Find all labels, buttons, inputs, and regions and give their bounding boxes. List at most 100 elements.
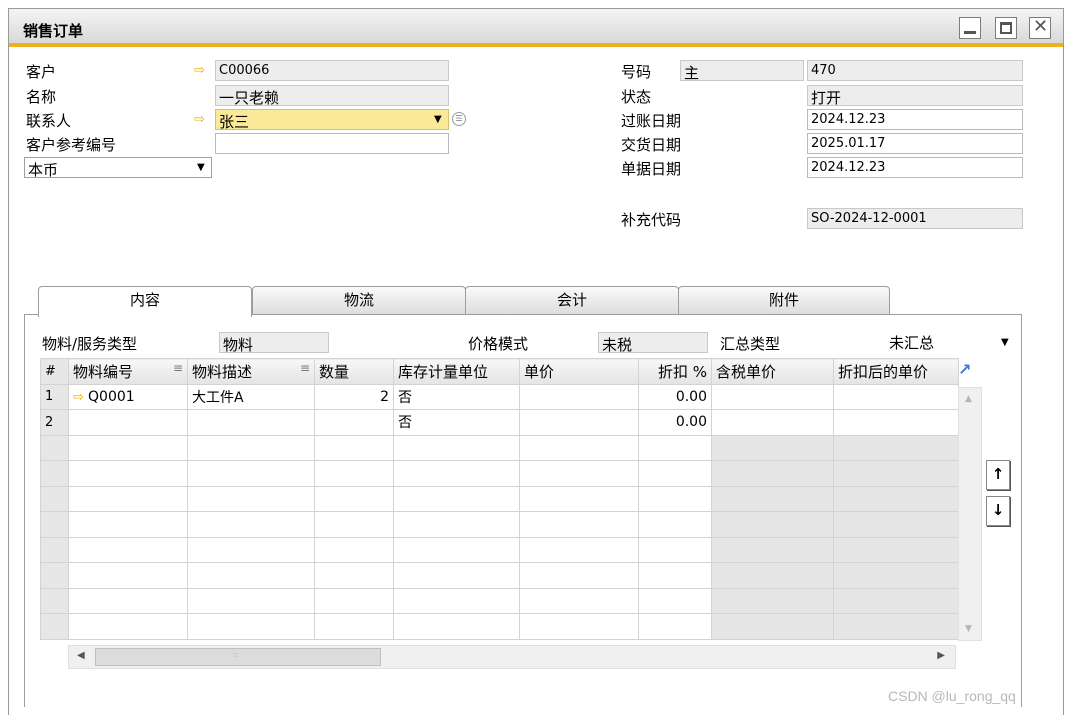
col-header-price-after-discount[interactable]: 折扣后的单价 [833, 358, 959, 385]
scroll-down-icon[interactable]: ▼ [965, 624, 972, 634]
discount-cell[interactable]: 0.00 [638, 409, 712, 436]
doc-date-input[interactable]: 2024.12.23 [807, 157, 1023, 178]
line-items-table: # 物料编号 ≡ 物料描述 ≡ 数量 库存计量单位 单价 折扣 % 含税单价 折扣后… [40, 358, 959, 640]
col-header-gross-price[interactable]: 含税单价 [711, 358, 834, 385]
customer-label: 客户 [26, 63, 57, 81]
extra-code-field[interactable]: SO-2024-12-0001 [807, 208, 1023, 229]
arrow-down-icon: ↓ [991, 501, 1005, 519]
tab-attachments[interactable]: 附件 [678, 286, 890, 314]
name-label: 名称 [26, 88, 57, 106]
col-header-uom[interactable]: 库存计量单位 [393, 358, 520, 385]
row-index: 2 [40, 409, 69, 436]
minimize-button[interactable] [959, 17, 981, 39]
unit-price-cell[interactable] [519, 383, 639, 410]
col-header-index: # [40, 358, 69, 385]
table-row [40, 485, 959, 512]
link-arrow-icon[interactable]: ⇨ [73, 390, 88, 405]
table-row[interactable]: 2 否 0.00 [40, 409, 959, 436]
col-header-unit-price[interactable]: 单价 [519, 358, 639, 385]
chevron-down-icon[interactable]: ▼ [434, 114, 442, 125]
chevron-down-icon[interactable]: ▼ [197, 162, 205, 173]
price-mode-label: 价格模式 [468, 335, 529, 353]
delivery-date-input[interactable]: 2025.01.17 [807, 133, 1023, 154]
item-no-cell[interactable]: ⇨ Q0001 [68, 383, 188, 410]
tab-accounting[interactable]: 会计 [465, 286, 679, 314]
price-after-discount-cell[interactable] [833, 409, 959, 436]
currency-select[interactable]: 本币 [24, 157, 212, 178]
vertical-scrollbar[interactable]: ▲ ▼ [958, 387, 982, 641]
list-icon[interactable]: ≡ [300, 361, 310, 375]
table-row [40, 613, 959, 640]
posting-date-input[interactable]: 2024.12.23 [807, 109, 1023, 130]
table-row[interactable]: 1 ⇨ Q0001 大工件A 2 否 0.00 [40, 383, 959, 410]
series-select[interactable]: 主 [680, 60, 804, 81]
uom-cell[interactable]: 否 [393, 383, 520, 410]
item-type-label: 物料/服务类型 [42, 335, 138, 353]
item-type-select[interactable]: 物料 [219, 332, 329, 353]
move-row-up-button[interactable]: ↑ [986, 460, 1010, 490]
table-header-row: # 物料编号 ≡ 物料描述 ≡ 数量 库存计量单位 单价 折扣 % 含税单价 折扣后… [40, 358, 959, 385]
tab-logistics[interactable]: 物流 [252, 286, 466, 314]
quantity-cell[interactable]: 2 [314, 383, 394, 410]
table-row [40, 587, 959, 614]
scroll-right-icon[interactable]: ▶ [937, 650, 945, 661]
grip-icon: ⁙ [232, 651, 239, 660]
extra-code-label: 补充代码 [621, 211, 682, 229]
status-field: 打开 [807, 85, 1023, 106]
col-header-description[interactable]: 物料描述 ≡ [187, 358, 315, 385]
arrow-up-icon: ↑ [991, 465, 1005, 483]
table-row [40, 536, 959, 563]
col-header-discount[interactable]: 折扣 % [638, 358, 712, 385]
tab-content[interactable]: 内容 [38, 286, 252, 317]
table-row [40, 460, 959, 487]
description-cell[interactable] [187, 409, 315, 436]
discount-cell[interactable]: 0.00 [638, 383, 712, 410]
unit-price-cell[interactable] [519, 409, 639, 436]
list-icon[interactable]: ≡ [173, 361, 183, 375]
contact-label: 联系人 [26, 112, 72, 130]
delivery-date-label: 交货日期 [621, 136, 682, 154]
window-title: 销售订单 [23, 22, 84, 40]
price-after-discount-cell[interactable] [833, 383, 959, 410]
link-arrow-icon[interactable]: ⇨ [194, 112, 205, 127]
close-button[interactable]: ✕ [1029, 16, 1051, 39]
table-row [40, 562, 959, 589]
status-label: 状态 [621, 88, 652, 106]
summary-type-label: 汇总类型 [720, 335, 781, 353]
quantity-cell[interactable] [314, 409, 394, 436]
move-row-down-button[interactable]: ↓ [986, 496, 1010, 526]
close-icon: ✕ [1033, 16, 1049, 37]
gross-price-cell[interactable] [711, 383, 834, 410]
gross-price-cell[interactable] [711, 409, 834, 436]
item-no-value: Q0001 [88, 388, 135, 405]
scroll-thumb[interactable]: ⁙ [95, 648, 381, 666]
uom-cell[interactable]: 否 [393, 409, 520, 436]
maximize-button[interactable] [995, 17, 1017, 39]
number-label: 号码 [621, 63, 652, 81]
expand-icon[interactable]: ↗ [958, 360, 976, 379]
contact-select[interactable]: 张三 [215, 109, 449, 130]
price-mode-select[interactable]: 未税 [598, 332, 708, 353]
horizontal-scrollbar[interactable]: ◀ ⁙ ▶ [68, 645, 956, 669]
title-bar: 销售订单 ✕ [9, 9, 1063, 47]
doc-number-field[interactable]: 470 [807, 60, 1023, 81]
col-header-item-no[interactable]: 物料编号 ≡ [68, 358, 188, 385]
watermark: CSDN @lu_rong_qq [888, 688, 1016, 704]
list-icon[interactable]: ☰ [452, 112, 466, 126]
scroll-up-icon[interactable]: ▲ [965, 394, 972, 404]
table-row [40, 434, 959, 461]
posting-date-label: 过账日期 [621, 112, 682, 130]
item-no-cell[interactable] [68, 409, 188, 436]
description-cell[interactable]: 大工件A [187, 383, 315, 410]
customer-ref-label: 客户参考编号 [26, 136, 117, 154]
scroll-left-icon[interactable]: ◀ [77, 650, 85, 661]
link-arrow-icon[interactable]: ⇨ [194, 63, 205, 78]
customer-ref-input[interactable] [215, 133, 449, 154]
chevron-down-icon[interactable]: ▼ [1001, 337, 1009, 348]
customer-field[interactable]: C00066 [215, 60, 449, 81]
name-field[interactable]: 一只老赖 [215, 85, 449, 106]
summary-type-select[interactable]: 未汇总 [886, 331, 1016, 352]
table-row [40, 511, 959, 538]
col-header-quantity[interactable]: 数量 [314, 358, 394, 385]
doc-date-label: 单据日期 [621, 160, 682, 178]
